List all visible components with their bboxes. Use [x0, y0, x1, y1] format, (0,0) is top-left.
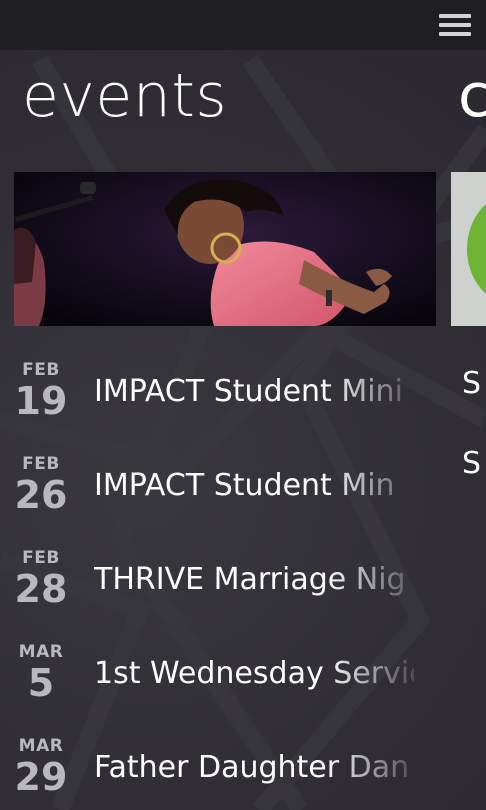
event-month: MAR — [18, 736, 64, 756]
top-bar — [0, 0, 486, 50]
event-day: 26 — [14, 473, 68, 517]
event-month: FEB — [22, 360, 60, 380]
event-item[interactable]: FEB 28 THRIVE Marriage Nig — [0, 538, 440, 632]
event-title: IMPACT Student Min — [94, 468, 395, 503]
event-day: 28 — [14, 567, 68, 611]
event-day: 5 — [27, 661, 55, 705]
next-section-item-peek[interactable]: S — [462, 366, 481, 402]
hamburger-menu-icon[interactable] — [439, 14, 471, 36]
event-month: MAR — [18, 642, 64, 662]
event-month: FEB — [22, 454, 60, 474]
event-item[interactable]: MAR 29 Father Daughter Dan — [0, 726, 440, 810]
event-date: MAR 5 — [10, 642, 72, 704]
event-list: FEB 19 IMPACT Student Mini FEB 26 IMPACT… — [0, 350, 440, 810]
event-day: 19 — [14, 379, 68, 423]
event-date: FEB 28 — [10, 548, 72, 610]
section-title: events — [22, 61, 228, 131]
event-title: Father Daughter Dan — [94, 750, 410, 785]
next-section-title-peek[interactable]: c — [458, 66, 486, 126]
event-item[interactable]: FEB 19 IMPACT Student Mini — [0, 350, 440, 444]
app-screen: events c FEB 19 IMPACT Student Mini FEB … — [0, 0, 486, 810]
event-title: THRIVE Marriage Nig — [94, 562, 406, 597]
event-hero-image[interactable] — [14, 172, 436, 326]
event-day: 29 — [14, 755, 68, 799]
event-title: 1st Wednesday Servic — [94, 656, 414, 691]
next-section-item-peek[interactable]: S — [462, 446, 481, 482]
event-title: IMPACT Student Mini — [94, 374, 403, 409]
event-month: FEB — [22, 548, 60, 568]
event-date: MAR 29 — [10, 736, 72, 798]
event-date: FEB 26 — [10, 454, 72, 516]
event-item[interactable]: FEB 26 IMPACT Student Min — [0, 444, 440, 538]
event-date: FEB 19 — [10, 360, 72, 422]
event-item[interactable]: MAR 5 1st Wednesday Servic — [0, 632, 440, 726]
green-logo-shape — [467, 194, 486, 304]
next-section-tile-peek[interactable] — [451, 172, 486, 326]
